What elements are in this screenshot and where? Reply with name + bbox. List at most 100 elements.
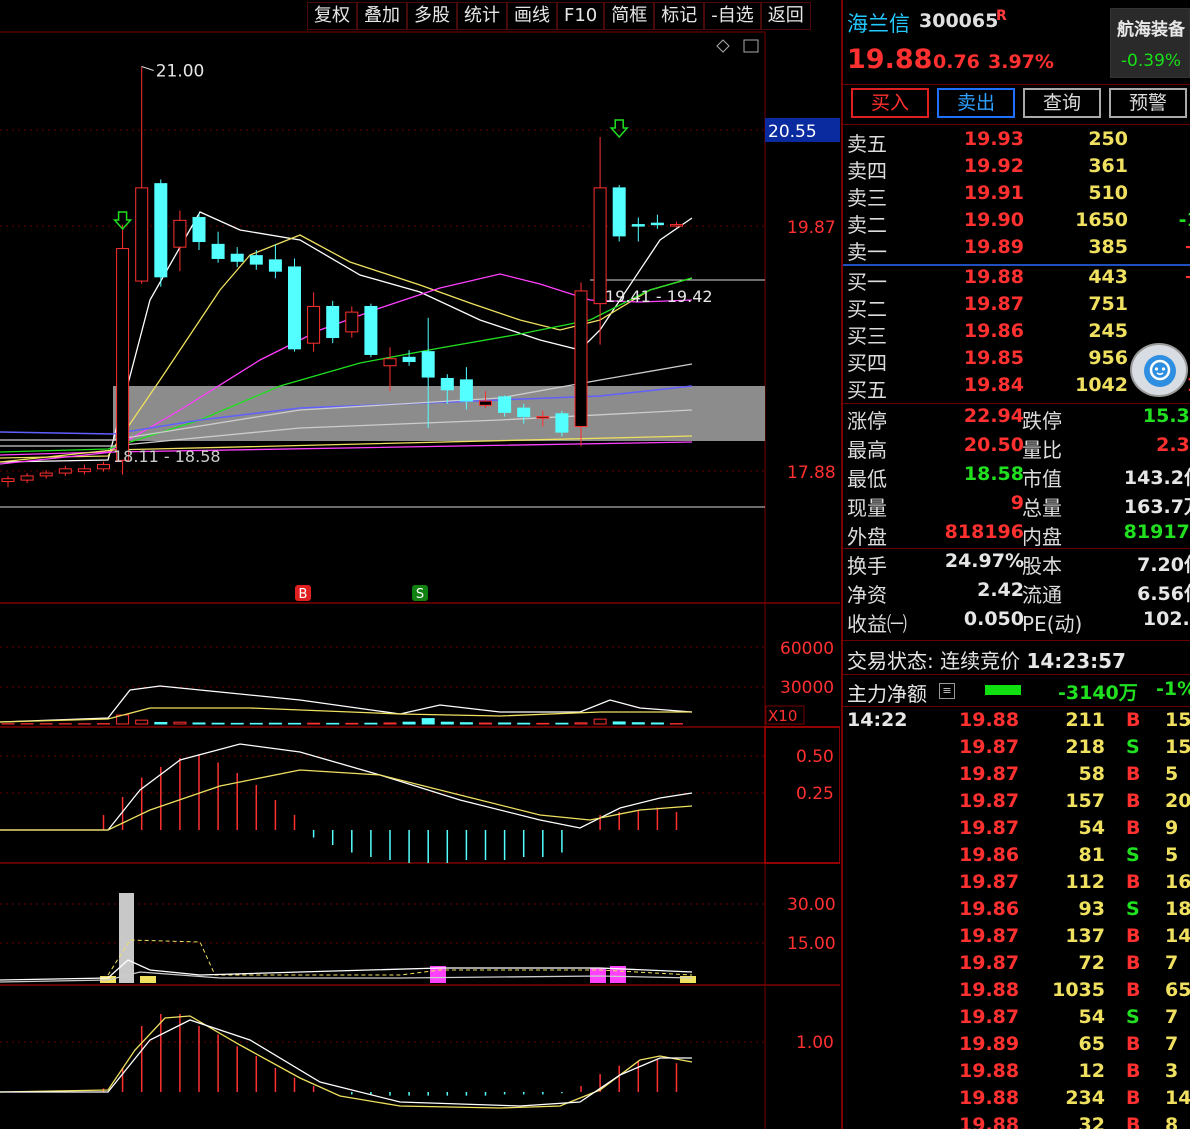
level-volume: 443 — [1088, 266, 1128, 288]
stat-row: 现量 9 总量 163.7万 — [843, 492, 1190, 521]
margin-flag: R — [996, 8, 1007, 24]
candle — [97, 461, 110, 472]
toolbar-button[interactable]: 复权 — [307, 2, 357, 30]
tick-volume: 54 — [1078, 1006, 1105, 1028]
ask-row[interactable]: 卖一 19.89 385 +8 — [843, 236, 1190, 264]
candle-body — [498, 396, 512, 413]
candle-body — [249, 255, 263, 265]
bid-row[interactable]: 买一 19.88 443 +6 — [843, 266, 1190, 294]
volume-bar — [459, 722, 473, 725]
level-volume: 1042 — [1075, 374, 1128, 396]
candle-body — [1, 478, 15, 483]
candle — [39, 470, 53, 479]
list-icon[interactable]: ≡ — [939, 683, 955, 699]
quote-header: 海兰信 300065 R 19.88 0.76 3.97% 航海装备 -0.39… — [843, 0, 1190, 85]
candle-body — [479, 400, 492, 406]
sell-button[interactable]: 卖出 — [937, 88, 1015, 118]
tick-count: 5 — [1165, 763, 1179, 785]
level-price: 19.92 — [963, 155, 1024, 177]
tick-count: 7 — [1165, 1033, 1179, 1055]
sector-name: 航海装备 — [1117, 20, 1185, 40]
tick-volume: 157 — [1065, 790, 1105, 812]
level-volume: 245 — [1088, 320, 1128, 342]
tick-price: 19.89 — [959, 1033, 1020, 1055]
toolbar-button[interactable]: 叠加 — [357, 2, 407, 30]
ask-row[interactable]: 卖三 19.91 510 — [843, 182, 1190, 210]
level-label: 卖三 — [847, 186, 887, 210]
kline-chart[interactable]: 20.55 19.87 17.88 21.00 19.41 - 19.42 18.11 -… — [0, 0, 840, 1129]
stat-value-2: 143.2亿 — [1123, 467, 1190, 489]
stat-value: 20.50 — [963, 434, 1024, 456]
kdj-block — [680, 976, 696, 983]
stat-label-2: 内盘 — [1022, 525, 1062, 549]
kdj-axis-label: 30.00 — [787, 895, 836, 915]
stat-label: 收益㈠ — [847, 612, 907, 636]
stock-code: 300065 — [919, 10, 999, 32]
candle — [383, 347, 397, 392]
level-label: 卖二 — [847, 213, 887, 237]
candle — [211, 231, 225, 263]
level-label: 买三 — [847, 324, 887, 348]
tick-volume: 112 — [1065, 871, 1105, 893]
stock-name[interactable]: 海兰信 — [847, 8, 910, 38]
stat-label: 换手 — [847, 554, 887, 578]
toolbar-button[interactable]: F10 — [557, 2, 605, 30]
stat-value: 0.050 — [963, 608, 1024, 630]
toolbar-button[interactable]: 返回 — [760, 2, 811, 30]
tick-row: 19.88 32 B 8 — [843, 1114, 1190, 1129]
tick-count: 15 — [1165, 736, 1190, 758]
volume-bar — [650, 722, 664, 725]
query-button[interactable]: 查询 — [1023, 88, 1101, 118]
tick-side: B — [1126, 1087, 1141, 1109]
level-change: +8 — [1184, 236, 1190, 258]
alert-button[interactable]: 预警 — [1109, 88, 1187, 118]
candle-body — [192, 217, 206, 243]
tick-row: 19.88 12 B 3 — [843, 1060, 1190, 1087]
macd-axis-label: 0.25 — [796, 784, 834, 804]
volume-bar — [249, 722, 263, 725]
osc-line-1 — [0, 1015, 693, 1109]
toolbar-button[interactable]: -自选 — [704, 2, 761, 30]
level-label: 卖五 — [847, 132, 887, 156]
stat-label-2: 跌停 — [1022, 409, 1062, 433]
volume-bar — [192, 722, 206, 725]
stat-value-2: 102.9 — [1142, 608, 1190, 630]
stat-value-2: 6.56亿 — [1137, 583, 1190, 605]
bid-row[interactable]: 买二 19.87 751 — [843, 293, 1190, 321]
sector-box[interactable]: 航海装备 -0.39% — [1110, 8, 1190, 78]
stat-value: 22.94 — [963, 405, 1024, 427]
stat-label: 净资 — [847, 583, 887, 607]
tick-count: 20 — [1165, 790, 1190, 812]
price-axis-label: 19.87 — [787, 218, 836, 238]
volume-bar — [631, 722, 645, 725]
level-price: 19.84 — [963, 374, 1024, 396]
candle-body — [97, 464, 110, 470]
level-price: 19.85 — [963, 347, 1024, 369]
sector-pct: -0.39% — [1120, 51, 1182, 71]
signal-letter: S — [416, 587, 424, 602]
stat-value: 2.42 — [977, 579, 1024, 601]
stat-row: 最低 18.58 市值 143.2亿 — [843, 463, 1190, 492]
candle — [154, 179, 168, 287]
volume-bar — [364, 722, 378, 725]
ask-row[interactable]: 卖五 19.93 250 — [843, 128, 1190, 156]
tick-count: 9 — [1165, 817, 1179, 839]
volume-bar — [307, 722, 321, 725]
toolbar-button[interactable]: 标记 — [654, 2, 705, 30]
ask-row[interactable]: 卖四 19.92 361 — [843, 155, 1190, 183]
level-volume: 751 — [1088, 293, 1128, 315]
trade-status-label: 交易状态: — [847, 649, 934, 673]
candle-body — [288, 266, 301, 350]
tick-row: 19.87 137 B 14 — [843, 925, 1190, 952]
toolbar-button[interactable]: 多股 — [407, 2, 457, 30]
tick-volume: 65 — [1078, 1033, 1105, 1055]
ask-row[interactable]: 卖二 19.90 1650 -12 — [843, 209, 1190, 237]
support-zone — [113, 386, 765, 441]
chat-assistant-icon[interactable] — [1130, 343, 1188, 397]
buy-button[interactable]: 买入 — [851, 88, 929, 118]
candle — [20, 473, 34, 483]
bid-row[interactable]: 买三 19.86 245 -5 — [843, 320, 1190, 348]
toolbar-button[interactable]: 统计 — [457, 2, 507, 30]
toolbar-button[interactable]: 画线 — [507, 2, 557, 30]
toolbar-button[interactable]: 简框 — [604, 2, 655, 30]
